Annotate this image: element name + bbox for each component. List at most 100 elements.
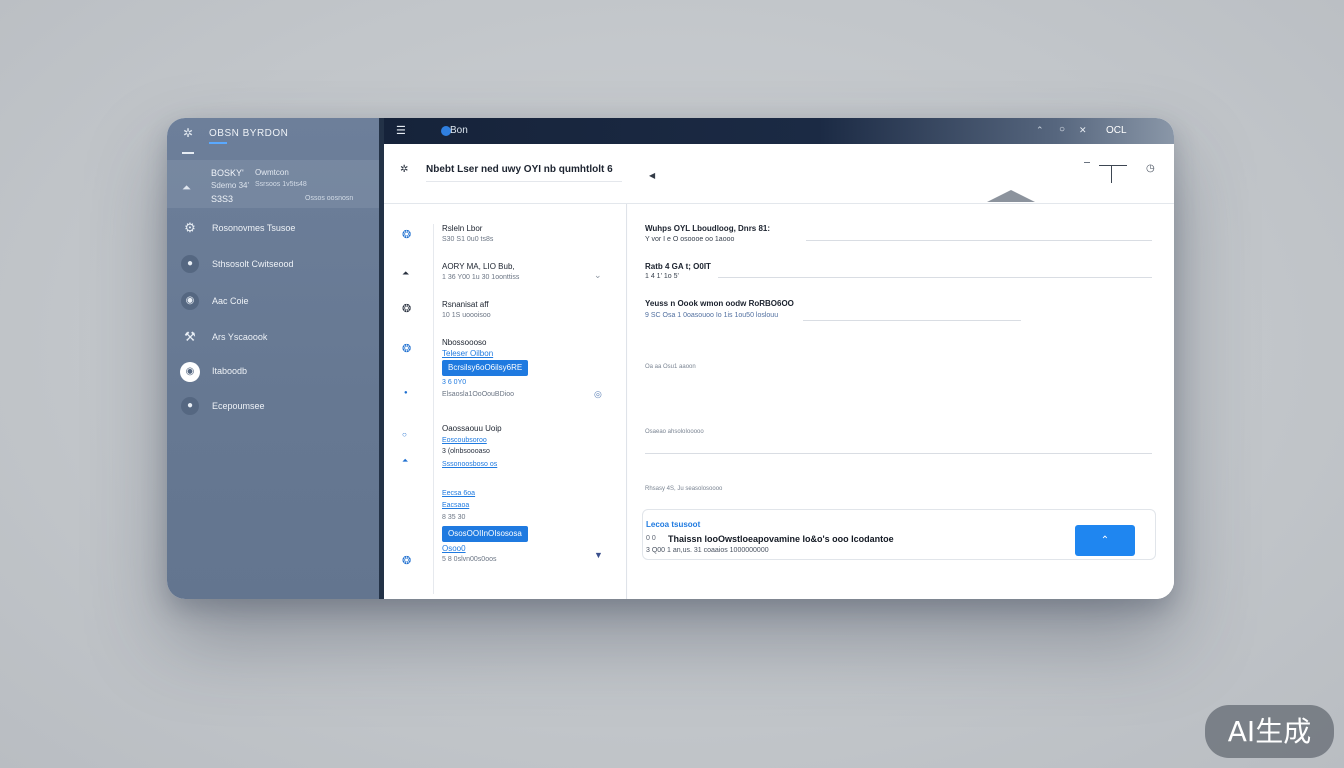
badge-icon: ❂ — [402, 343, 412, 355]
sidebar-item-label: Rosonovmes Tsusoe — [212, 223, 296, 233]
list-item[interactable]: ❂ Rsnanisat aff 10 1S uoooisoo — [384, 298, 627, 334]
list-item-sub: S30 S1 0u0 ts8s — [442, 236, 494, 243]
sidebar: ✲ OBSN BYRDON ⏶ BOSKY' Owmtcon Sdemo 34'… — [167, 118, 379, 599]
detail-row-title: Ratb 4 GA t; O0IT — [645, 262, 711, 271]
clock-icon[interactable]: ◷ — [1146, 163, 1155, 174]
sidebar-item-1[interactable]: ⚙ Rosonovmes Tsusoe — [167, 213, 379, 243]
shield-icon: ❂ — [402, 303, 412, 315]
list-item-chip[interactable]: Bcrsilsy6oO6ilsy6RE — [442, 360, 529, 376]
circle-icon: ● — [181, 255, 199, 273]
badge-icon: ❂ — [402, 229, 412, 241]
up-icon: ⏶ — [182, 182, 191, 194]
top-bar-label[interactable]: OCL — [1106, 125, 1127, 136]
detail-panel: Wuhps OYL Lboudloog, Dnrs 81: Y vor I e … — [628, 204, 1174, 599]
ai-generated-badge: AI生成 — [1205, 705, 1334, 758]
sidebar-item-5-active[interactable]: ◉ Itaboodb — [167, 356, 379, 386]
list-item-title: Nbossoooso — [442, 338, 487, 347]
dot-icon: ● — [404, 390, 408, 396]
settings-icon: ⚙ — [184, 220, 196, 235]
card-sub: 3 Q00 1 an,us. 31 coaaios 1000000000 — [646, 547, 769, 554]
detail-row-line — [803, 320, 1021, 321]
list-item-link-2[interactable]: Sssonoosboso os — [442, 461, 497, 468]
collapse-icon[interactable] — [182, 152, 194, 154]
list-item-title: Rsnanisat aff — [442, 300, 489, 309]
detail-row-sub: 1 4 1' 1o 5' — [645, 273, 679, 280]
detail-divider — [645, 453, 1152, 454]
main-panel: ☰ Bon ⌃ ○ ✕ OCL ✲ Nbebt Lser ned uwy OYI… — [384, 118, 1174, 599]
notification-card[interactable]: Lecoa tsusoot 0 0 Thaissn looOwstloeapov… — [642, 509, 1156, 560]
detail-row-sub: Y vor I e O osoooe oo 1aooo — [645, 236, 735, 243]
arrow-left-icon[interactable]: ◀ — [649, 171, 655, 180]
up-icon[interactable]: ⌃ — [1036, 125, 1044, 136]
list-item-chip[interactable]: OsosOOIInOIsososa — [442, 526, 528, 542]
circle-icon: ○ — [402, 430, 407, 439]
list-item-sub-2: Elsaosla1OoOouBDioo — [442, 391, 514, 398]
sidebar-item-label: Ecepoumsee — [212, 401, 265, 411]
list-item[interactable]: ❂ Rsleln Lbor S30 S1 0u0 ts8s — [384, 222, 627, 258]
detail-row-sub: 9 SC Osa 1 0oasouoo Io 1is 1ou50 loslouu — [645, 312, 779, 319]
card-label: Lecoa tsusoot — [646, 520, 701, 529]
star-icon[interactable]: ✲ — [183, 126, 193, 140]
detail-row-line — [718, 277, 1152, 278]
tools-icon: ⚒ — [184, 329, 196, 344]
list-item[interactable]: Eecsa 6oa Eacsaoa 8 35 30 OsosOOIInOIsos… — [384, 474, 627, 584]
down-arrow-icon[interactable]: ▼ — [594, 550, 603, 560]
sidebar-item-2[interactable]: ● Sthsosolt Cwitseood — [167, 249, 379, 279]
info-icon[interactable]: ◎ — [594, 389, 602, 400]
up-icon: ⏶ — [402, 456, 409, 465]
toolbar-underline — [426, 181, 622, 182]
list-item-sub: 3 6 0Y0 — [442, 379, 467, 386]
list-item[interactable]: ❂ Nbossoooso Teleser Oilbon Bcrsilsy6oO6… — [384, 338, 627, 418]
circle-icon: ◉ — [181, 292, 199, 310]
app-window: ✲ OBSN BYRDON ⏶ BOSKY' Owmtcon Sdemo 34'… — [167, 118, 1174, 599]
slider-bar[interactable] — [1099, 165, 1127, 166]
top-bar: ☰ Bon ⌃ ○ ✕ OCL — [384, 118, 1174, 144]
badge-icon: ❂ — [402, 555, 412, 567]
sidebar-title: OBSN BYRDON — [209, 128, 289, 139]
summary-line-2b: Ssrsoos 1v5ts48 — [255, 181, 307, 188]
minus-icon — [1084, 162, 1090, 163]
brand-name: Bon — [450, 125, 468, 136]
detail-note-1: Oa aa Osu1 aaoon — [645, 364, 696, 370]
sidebar-item-label: Ars Yscaoook — [212, 332, 268, 342]
toolbar: ✲ Nbebt Lser ned uwy OYI nb qumhtlolt 6 … — [384, 144, 1174, 204]
title-underline — [209, 142, 227, 144]
card-prefix: 0 0 — [646, 535, 656, 542]
list-item-sub: 1 36 Y00 1u 30 1oonttiss — [442, 274, 520, 281]
sidebar-item-4[interactable]: ⚒ Ars Yscaoook — [167, 322, 379, 352]
card-action-button[interactable]: ⌃ — [1075, 525, 1135, 556]
sidebar-item-label: Itaboodb — [212, 366, 248, 376]
toolbar-title: Nbebt Lser ned uwy OYI nb qumhtlolt 6 — [426, 164, 613, 175]
chevron-icon[interactable]: ⌄ — [594, 270, 602, 281]
list-item-link[interactable]: Teleser Oilbon — [442, 349, 493, 358]
summary-line-2: Sdemo 34' — [211, 181, 249, 190]
sidebar-summary[interactable]: ⏶ BOSKY' Owmtcon Sdemo 34' Ssrsoos 1v5ts… — [167, 160, 379, 208]
sidebar-header: ✲ OBSN BYRDON — [167, 118, 379, 160]
sidebar-item-label: Sthsosolt Cwitseood — [212, 259, 294, 269]
list-item-link-3[interactable]: Osoo0 — [442, 544, 466, 553]
summary-line-3: S3S3 — [211, 194, 234, 204]
sidebar-item-6[interactable]: ● Ecepoumsee — [167, 391, 379, 421]
slider-handle[interactable] — [1111, 165, 1112, 183]
circle-icon[interactable]: ○ — [1059, 124, 1065, 135]
list-item-sub: 10 1S uoooisoo — [442, 312, 491, 319]
up-icon: ⌃ — [1100, 535, 1110, 546]
gear-icon[interactable]: ✲ — [400, 164, 408, 175]
sidebar-item-3[interactable]: ◉ Aac Coie — [167, 286, 379, 316]
mountain-icon — [987, 190, 1035, 202]
list-item-sub: 8 35 30 — [442, 514, 466, 521]
card-text: Thaissn looOwstloeapovamine Io&o's ooo I… — [668, 534, 894, 544]
list-item-sub: 3 (olnbsoooaso — [442, 448, 490, 455]
list-item-link-2[interactable]: Eacsaoa — [442, 502, 469, 509]
up-icon: ⏶ — [402, 268, 410, 278]
list-item-link[interactable]: Eoscoubsoroo — [442, 437, 487, 444]
summary-line-1b: Owmtcon — [255, 168, 289, 177]
menu-icon[interactable]: ☰ — [396, 124, 406, 137]
detail-row-title: Yeuss n Oook wmon oodw RoRBO6OO — [645, 299, 794, 308]
summary-line-3b: Ossos oosnosn — [305, 195, 354, 202]
detail-note-3: Rhsasy 4S, Ju seasolosoooo — [645, 486, 723, 492]
list-item-link[interactable]: Eecsa 6oa — [442, 490, 475, 497]
list-item-title: Rsleln Lbor — [442, 224, 483, 233]
close-icon[interactable]: ✕ — [1079, 125, 1087, 136]
list-item[interactable]: ⏶ AORY MA, LIO Bub, 1 36 Y00 1u 30 1oont… — [384, 260, 627, 296]
